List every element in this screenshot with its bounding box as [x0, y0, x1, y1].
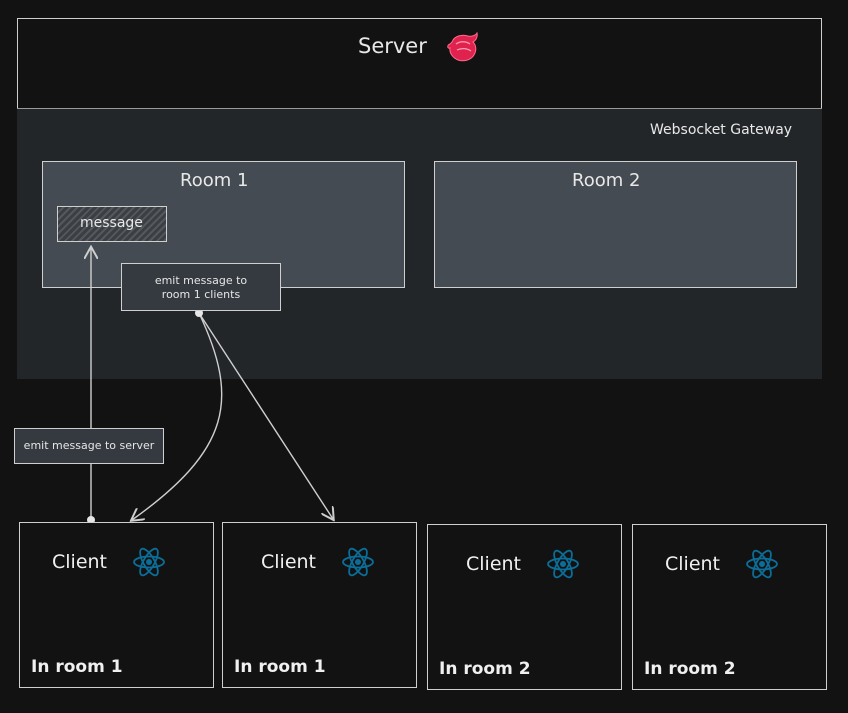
client-label: Client	[466, 553, 522, 575]
client-box-3: Client In room 2	[427, 524, 622, 690]
react-icon	[133, 547, 165, 577]
client-room-label: In room 2	[644, 659, 736, 679]
arrow-to-client-1	[132, 312, 223, 520]
note-line-1: emit message to	[154, 274, 248, 287]
client-label: Client	[665, 553, 721, 575]
react-icon	[342, 547, 374, 577]
note-emit-to-room-clients: emit message to room 1 clients	[121, 263, 281, 311]
react-icon	[746, 549, 778, 579]
client-box-4: Client In room 2	[632, 524, 827, 690]
client-box-1: Client In room 1	[19, 522, 214, 688]
client-label: Client	[261, 551, 317, 573]
client-box-2: Client In room 1	[222, 522, 417, 688]
client-label: Client	[52, 551, 108, 573]
client-room-label: In room 1	[234, 657, 326, 677]
note-emit-to-server: emit message to server	[14, 428, 164, 464]
client-room-label: In room 2	[439, 659, 531, 679]
client-room-label: In room 1	[31, 657, 123, 677]
note-line-2: room 1 clients	[161, 288, 241, 301]
react-icon	[547, 549, 579, 579]
